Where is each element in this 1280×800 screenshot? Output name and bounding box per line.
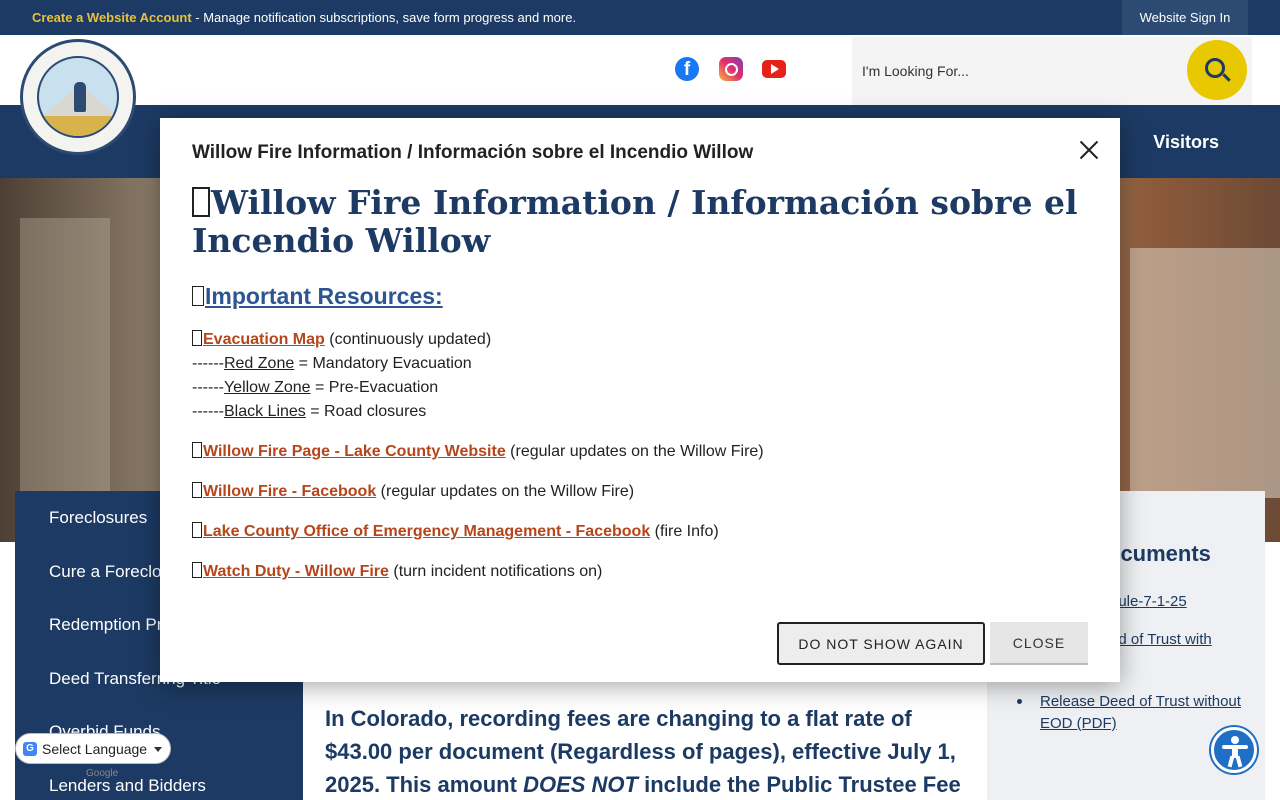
document-link-deed-with-eod[interactable]: ed of Trust with — [1110, 631, 1212, 648]
black-lines-line: ------Black Lines = Road closures — [192, 403, 427, 420]
county-seal-logo[interactable] — [20, 39, 136, 155]
modal-heading: Willow Fire Information / Información so… — [192, 183, 1078, 260]
oem-facebook-line: Lake County Office of Emergency Manageme… — [192, 521, 719, 541]
evacuation-map-line: Evacuation Map (continuously updated) — [192, 329, 491, 349]
google-translate-icon: G — [23, 742, 37, 756]
sidebar-item-lenders-bidders[interactable]: Lenders and Bidders — [49, 776, 206, 796]
fire-page-line: Willow Fire Page - Lake County Website (… — [192, 441, 764, 461]
do-not-show-again-button[interactable]: DO NOT SHOW AGAIN — [777, 622, 985, 665]
sidebar-item-cure-foreclosure[interactable]: Cure a Foreclos — [49, 562, 170, 582]
site-search — [852, 37, 1252, 105]
website-sign-in-button[interactable]: Website Sign In — [1122, 0, 1248, 35]
close-button[interactable]: CLOSE — [990, 622, 1088, 665]
watch-duty-line: Watch Duty - Willow Fire (turn incident … — [192, 561, 602, 581]
document-link-deed-without-eod[interactable]: Release Deed of Trust without EOD (PDF) — [1040, 691, 1250, 735]
yellow-zone-line: ------Yellow Zone = Pre-Evacuation — [192, 379, 439, 396]
oem-facebook-link[interactable]: Lake County Office of Emergency Manageme… — [203, 523, 650, 540]
search-button[interactable] — [1187, 40, 1247, 100]
modal-title: Willow Fire Information / Información so… — [192, 142, 754, 163]
sidebar-item-foreclosures[interactable]: Foreclosures — [49, 508, 147, 528]
search-input[interactable] — [862, 57, 1162, 85]
create-account-link[interactable]: Create a Website Account — [32, 10, 192, 25]
chevron-down-icon — [154, 747, 162, 752]
willow-fire-facebook-link[interactable]: Willow Fire - Facebook — [203, 483, 376, 500]
evacuation-map-link[interactable]: Evacuation Map — [203, 331, 325, 348]
top-bar: Create a Website Account - Manage notifi… — [0, 0, 1280, 35]
youtube-icon[interactable] — [762, 60, 786, 78]
google-powered-label: Google — [86, 768, 119, 779]
sidebar-item-redemption[interactable]: Redemption Pr — [49, 615, 162, 635]
facebook-icon[interactable]: f — [675, 57, 699, 81]
language-select[interactable]: G Select Language — [15, 733, 171, 764]
list-bullet — [1017, 699, 1022, 704]
fire-facebook-line: Willow Fire - Facebook (regular updates … — [192, 481, 634, 501]
accessibility-icon[interactable] — [1211, 727, 1257, 773]
red-zone-line: ------Red Zone = Mandatory Evacuation — [192, 355, 472, 372]
document-link-schedule[interactable]: dule-7-1-25 — [1110, 593, 1187, 610]
watch-duty-link[interactable]: Watch Duty - Willow Fire — [203, 563, 389, 580]
willow-fire-modal: Willow Fire Information / Información so… — [160, 118, 1120, 682]
nav-item-visitors[interactable]: Visitors — [1153, 132, 1219, 153]
willow-fire-page-link[interactable]: Willow Fire Page - Lake County Website — [203, 443, 506, 460]
important-resources-heading: Important Resources: — [192, 283, 443, 310]
create-account-banner: Create a Website Account - Manage notifi… — [32, 10, 576, 25]
instagram-icon[interactable] — [719, 57, 743, 81]
recording-fee-notice: In Colorado, recording fees are changing… — [325, 706, 961, 797]
documents-title: ocuments — [1107, 541, 1211, 566]
create-account-description: - Manage notification subscriptions, sav… — [191, 10, 577, 25]
close-icon[interactable] — [1078, 139, 1100, 161]
